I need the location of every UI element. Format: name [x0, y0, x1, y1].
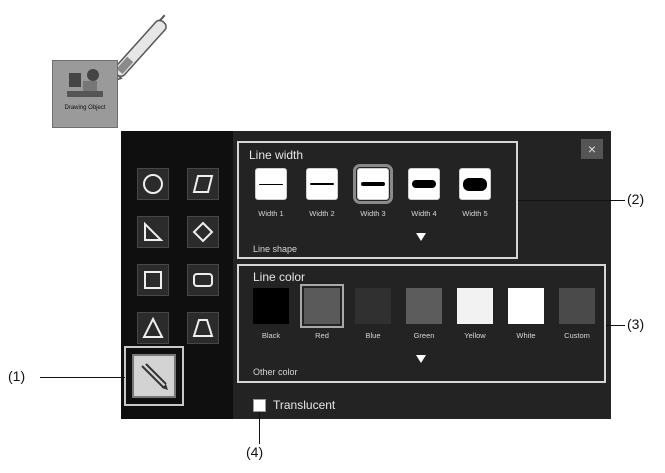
color-label-yellow: Yellow [464, 331, 486, 340]
width-3-sample [361, 182, 385, 186]
line-width-title: Line width [249, 148, 304, 162]
width-1-label: Width 1 [258, 209, 284, 218]
width-1-button[interactable] [255, 168, 287, 200]
color-swatch-black[interactable] [253, 288, 289, 324]
drawing-object-icon [67, 69, 103, 97]
width-5-sample [463, 177, 487, 191]
diamond-shape-button[interactable] [187, 216, 219, 248]
line-shape-expand-icon[interactable] [416, 233, 426, 241]
square-shape-icon [144, 271, 162, 289]
translucent-checkbox[interactable] [253, 399, 266, 412]
rounded-rectangle-shape-icon [193, 273, 213, 287]
callout-2-leader [518, 200, 625, 201]
width-4-label: Width 4 [411, 209, 437, 218]
width-2-label: Width 2 [309, 209, 335, 218]
launcher-label: Drawing Object [64, 105, 106, 111]
line-shape-label: Line shape [253, 244, 298, 254]
trapezoid-shape-button[interactable] [187, 312, 219, 344]
callout-1: (1) [8, 368, 26, 384]
triangle-shape-icon [142, 316, 164, 338]
callout-2: (2) [627, 191, 645, 207]
line-color-title: Line color [253, 270, 306, 284]
color-swatch-yellow[interactable] [457, 288, 493, 324]
color-swatch-white[interactable] [508, 288, 544, 324]
line-pen-tool-icon [141, 363, 168, 390]
close-button[interactable]: × [581, 139, 603, 159]
triangle-shape-button[interactable] [137, 312, 169, 344]
width-5-button[interactable] [459, 168, 491, 200]
color-swatch-green[interactable] [406, 288, 442, 324]
callout-4: (4) [246, 444, 264, 460]
color-label-white: White [516, 331, 536, 340]
drawing-object-button[interactable]: Drawing Object [52, 60, 118, 128]
trapezoid-shape-icon [192, 319, 214, 337]
circle-shape-button[interactable] [137, 168, 169, 200]
width-2-button[interactable] [306, 168, 338, 200]
width-3-label: Width 3 [360, 209, 386, 218]
callout-1-leader [40, 377, 125, 378]
rounded-rectangle-shape-button[interactable] [187, 264, 219, 296]
other-color-expand-icon[interactable] [416, 355, 426, 363]
translucent-label: Translucent [273, 398, 336, 412]
width-3-button[interactable] [353, 164, 393, 204]
close-icon: × [587, 141, 597, 157]
right-triangle-shape-button[interactable] [137, 216, 169, 248]
width-5-label: Width 5 [462, 209, 488, 218]
color-label-green: Green [413, 331, 435, 340]
square-shape-button[interactable] [137, 264, 169, 296]
circle-shape-icon [143, 174, 163, 194]
color-swatch-custom[interactable] [559, 288, 595, 324]
color-swatch-red[interactable] [300, 284, 344, 328]
width-1-sample [259, 183, 283, 185]
callout-4-leader [259, 412, 260, 444]
diamond-shape-icon [192, 221, 214, 243]
color-label-custom: Custom [564, 331, 590, 340]
callout-3: (3) [627, 316, 645, 332]
color-label-red: Red [315, 331, 329, 340]
width-2-sample [310, 183, 334, 185]
other-color-label: Other color [253, 367, 298, 377]
callout-3-leader [606, 325, 625, 326]
parallelogram-shape-button[interactable] [187, 168, 219, 200]
color-swatch-blue[interactable] [355, 288, 391, 324]
color-label-blue: Blue [365, 331, 381, 340]
line-pen-tool-frame [132, 354, 176, 398]
right-triangle-shape-icon [144, 221, 164, 241]
width-4-sample [412, 180, 436, 188]
parallelogram-shape-icon [192, 175, 214, 193]
width-4-button[interactable] [408, 168, 440, 200]
color-label-black: Black [261, 331, 281, 340]
line-pen-tool-button[interactable] [124, 346, 184, 406]
